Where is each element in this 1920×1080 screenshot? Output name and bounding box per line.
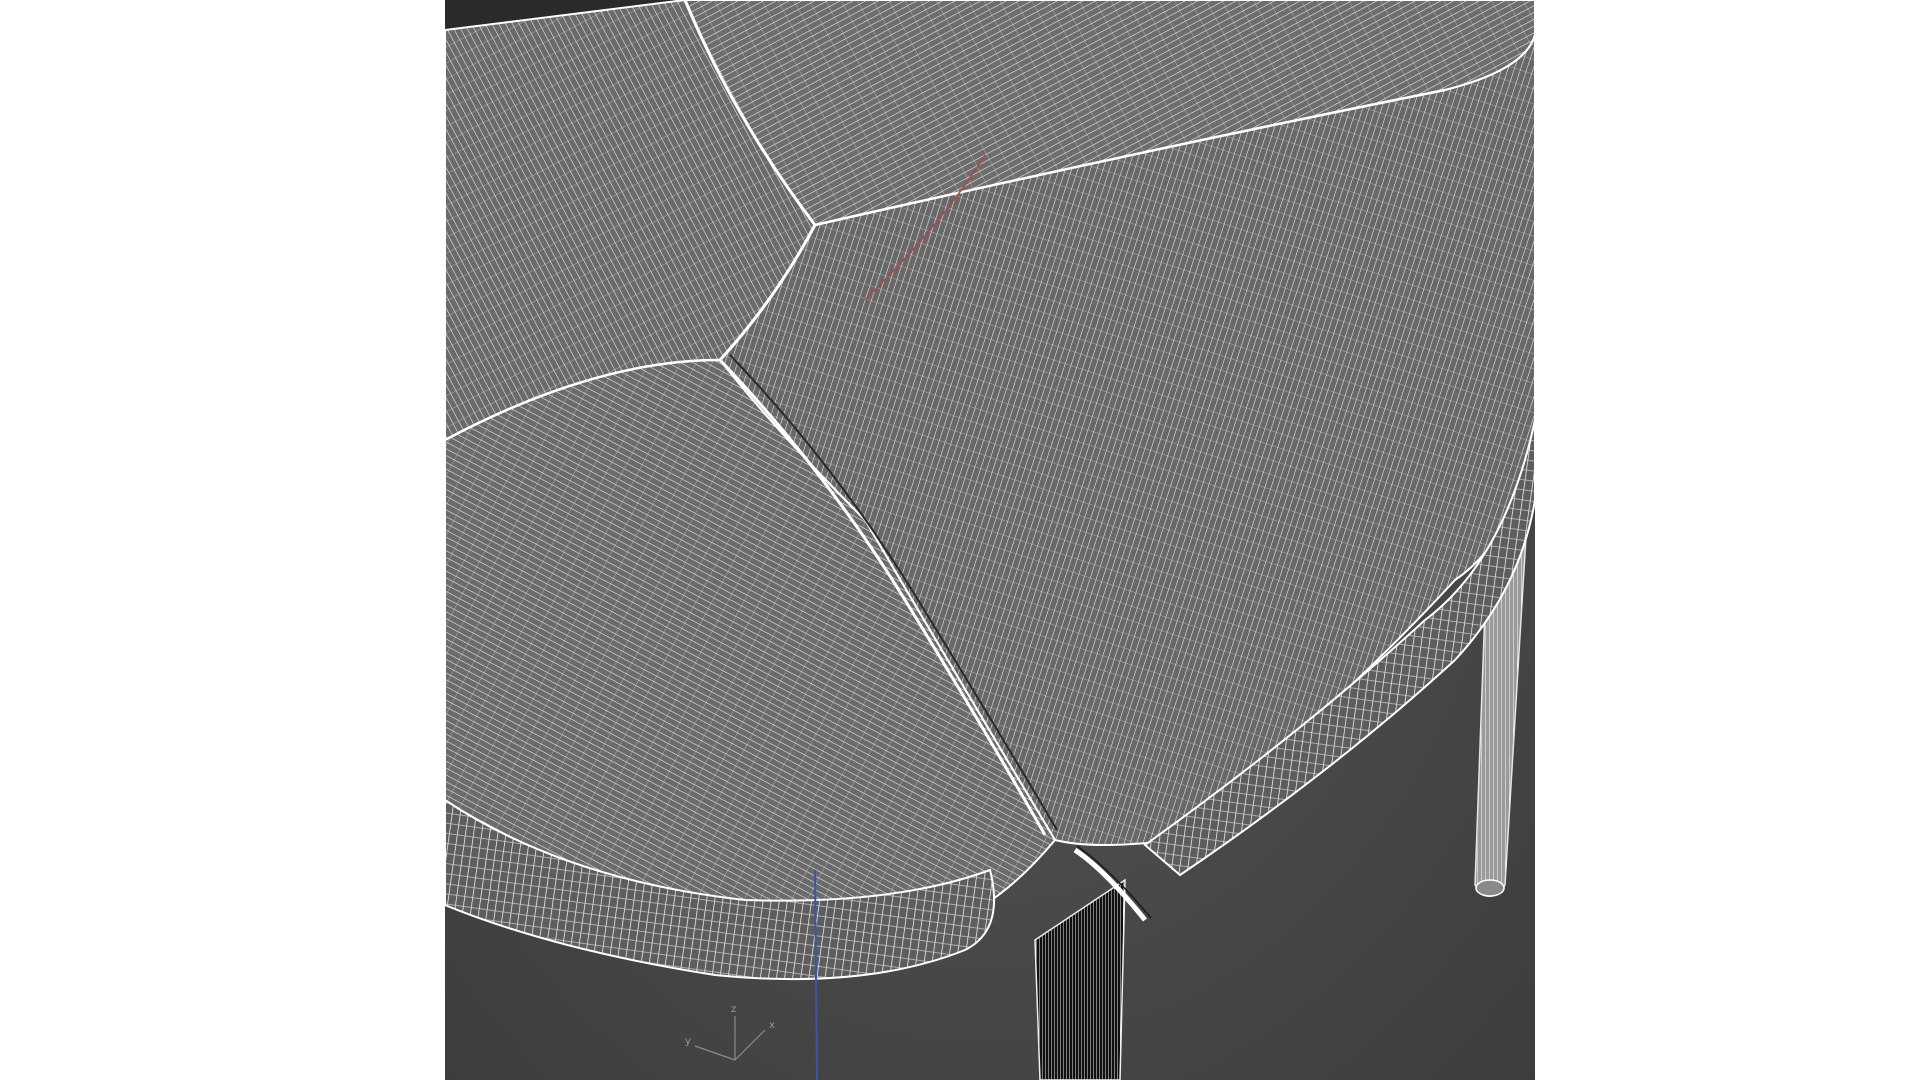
3d-viewport[interactable]: y x z: [445, 0, 1535, 1080]
gizmo-z-label: z: [731, 1004, 736, 1015]
gizmo-y-label: y: [685, 1036, 691, 1047]
wireframe-scene[interactable]: y x z: [445, 0, 1535, 1080]
gizmo-x-label: x: [769, 1020, 775, 1031]
chair-leg-front[interactable]: [1034, 878, 1126, 1080]
seat-cushion-mesh[interactable]: [445, 0, 1535, 981]
axis-gizmo: y x z: [685, 1004, 775, 1061]
